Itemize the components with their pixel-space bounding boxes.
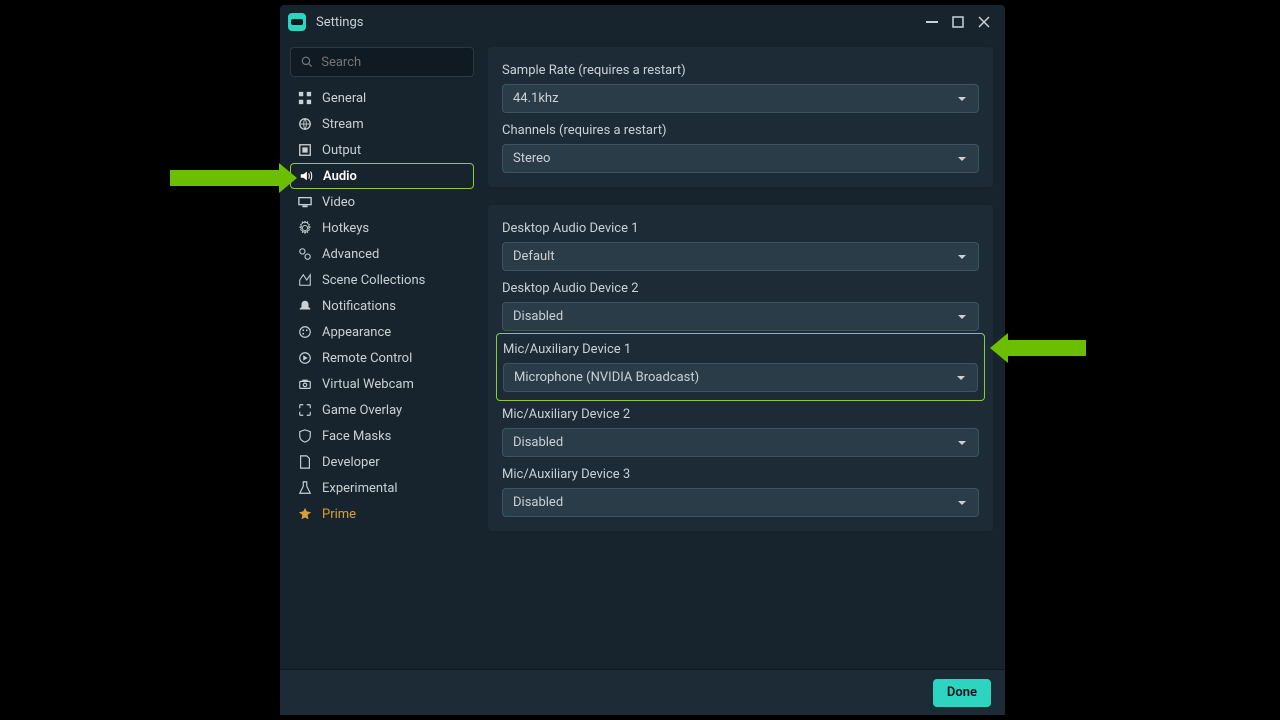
chevron-down-icon	[955, 372, 967, 384]
close-button[interactable]	[971, 9, 997, 35]
sidebar-item-general[interactable]: General	[290, 85, 474, 111]
gears-icon	[298, 247, 312, 261]
sidebar-item-label: Output	[322, 143, 361, 158]
sidebar-item-notifications[interactable]: Notifications	[290, 293, 474, 319]
search-icon	[301, 55, 313, 69]
speaker-icon	[299, 169, 313, 183]
sidebar-item-label: Advanced	[322, 247, 379, 262]
sidebar: General Stream Output Audio Video Hotkey…	[290, 47, 474, 661]
desktop-audio-1-select[interactable]: Default	[502, 242, 979, 271]
output-icon	[298, 143, 312, 157]
sidebar-item-output[interactable]: Output	[290, 137, 474, 163]
mic-3-select[interactable]: Disabled	[502, 488, 979, 517]
sidebar-item-game-overlay[interactable]: Game Overlay	[290, 397, 474, 423]
mic-1-select[interactable]: Microphone (NVIDIA Broadcast)	[503, 363, 978, 392]
titlebar: Settings	[280, 5, 1005, 39]
window-title: Settings	[316, 15, 363, 30]
chevron-down-icon	[956, 497, 968, 509]
gear-icon	[298, 221, 312, 235]
sidebar-item-label: Prime	[322, 507, 356, 522]
sidebar-item-video[interactable]: Video	[290, 189, 474, 215]
sidebar-item-appearance[interactable]: Appearance	[290, 319, 474, 345]
sidebar-item-developer[interactable]: Developer	[290, 449, 474, 475]
sidebar-item-label: Virtual Webcam	[322, 377, 414, 392]
sample-rate-label: Sample Rate (requires a restart)	[502, 63, 979, 78]
play-icon	[298, 351, 312, 365]
sidebar-item-remote-control[interactable]: Remote Control	[290, 345, 474, 371]
settings-window: Settings General Stream Output Audio Vid…	[280, 5, 1005, 715]
maximize-button[interactable]	[945, 9, 971, 35]
chevron-down-icon	[956, 251, 968, 263]
sidebar-item-label: Audio	[323, 169, 357, 184]
scene-icon	[298, 273, 312, 287]
expand-icon	[298, 403, 312, 417]
shield-icon	[298, 429, 312, 443]
settings-content: Sample Rate (requires a restart) 44.1khz…	[488, 47, 993, 661]
chevron-down-icon	[956, 93, 968, 105]
flask-icon	[298, 481, 312, 495]
sidebar-item-label: Appearance	[322, 325, 391, 340]
mic-1-highlight: Mic/Auxiliary Device 1 Microphone (NVIDI…	[496, 333, 985, 401]
sidebar-item-stream[interactable]: Stream	[290, 111, 474, 137]
sidebar-item-label: General	[322, 91, 366, 106]
palette-icon	[298, 325, 312, 339]
sidebar-item-prime[interactable]: Prime	[290, 501, 474, 527]
star-icon	[298, 507, 312, 521]
sample-rate-select[interactable]: 44.1khz	[502, 84, 979, 113]
annotation-arrow-right	[1008, 340, 1086, 356]
mic-2-select[interactable]: Disabled	[502, 428, 979, 457]
footer: Done	[280, 669, 1005, 715]
sidebar-item-label: Developer	[322, 455, 380, 470]
sidebar-item-face-masks[interactable]: Face Masks	[290, 423, 474, 449]
desktop-audio-2-select[interactable]: Disabled	[502, 302, 979, 331]
sidebar-item-label: Face Masks	[322, 429, 391, 444]
chevron-down-icon	[956, 153, 968, 165]
sidebar-item-label: Video	[322, 195, 355, 210]
sidebar-item-hotkeys[interactable]: Hotkeys	[290, 215, 474, 241]
app-icon	[288, 13, 306, 31]
sidebar-item-virtual-webcam[interactable]: Virtual Webcam	[290, 371, 474, 397]
general-audio-panel: Sample Rate (requires a restart) 44.1khz…	[488, 47, 993, 187]
sidebar-item-advanced[interactable]: Advanced	[290, 241, 474, 267]
chevron-down-icon	[956, 437, 968, 449]
bell-icon	[298, 299, 312, 313]
camera-icon	[298, 377, 312, 391]
mic-3-label: Mic/Auxiliary Device 3	[502, 467, 979, 482]
search-input[interactable]	[321, 55, 463, 70]
sidebar-item-label: Hotkeys	[322, 221, 369, 236]
grid-icon	[298, 91, 312, 105]
sidebar-item-scene-collections[interactable]: Scene Collections	[290, 267, 474, 293]
sidebar-item-label: Scene Collections	[322, 273, 425, 288]
sidebar-item-label: Game Overlay	[322, 403, 402, 418]
monitor-icon	[298, 195, 312, 209]
devices-panel: Desktop Audio Device 1 Default Desktop A…	[488, 205, 993, 531]
desktop-audio-1-label: Desktop Audio Device 1	[502, 221, 979, 236]
file-icon	[298, 455, 312, 469]
sidebar-item-label: Notifications	[322, 299, 396, 314]
search-box[interactable]	[290, 47, 474, 77]
sidebar-item-label: Experimental	[322, 481, 398, 496]
channels-label: Channels (requires a restart)	[502, 123, 979, 138]
done-button[interactable]: Done	[933, 679, 991, 707]
globe-icon	[298, 117, 312, 131]
desktop-audio-2-label: Desktop Audio Device 2	[502, 281, 979, 296]
minimize-button[interactable]	[919, 9, 945, 35]
chevron-down-icon	[956, 311, 968, 323]
nav-list: General Stream Output Audio Video Hotkey…	[290, 85, 474, 527]
sidebar-item-label: Stream	[322, 117, 364, 132]
channels-select[interactable]: Stereo	[502, 144, 979, 173]
annotation-arrow-left	[170, 170, 283, 186]
sidebar-item-experimental[interactable]: Experimental	[290, 475, 474, 501]
mic-1-label: Mic/Auxiliary Device 1	[503, 342, 978, 357]
sidebar-item-audio[interactable]: Audio	[290, 163, 474, 189]
mic-2-label: Mic/Auxiliary Device 2	[502, 407, 979, 422]
sidebar-item-label: Remote Control	[322, 351, 412, 366]
